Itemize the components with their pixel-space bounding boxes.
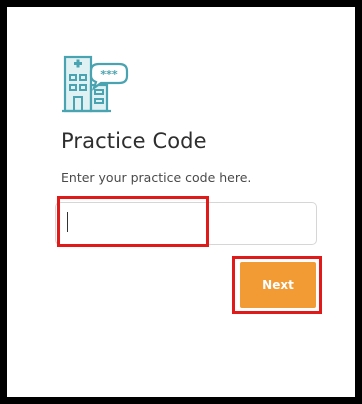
hospital-chat-logo: *** <box>62 55 129 113</box>
hospital-building-icon: *** <box>61 51 129 113</box>
practice-code-input[interactable] <box>55 202 317 245</box>
next-button[interactable]: Next <box>240 262 316 308</box>
practice-code-instructions: Enter your practice code here. <box>61 170 252 185</box>
page-title: Practice Code <box>61 129 207 153</box>
text-caret <box>67 212 68 232</box>
svg-text:***: *** <box>100 68 118 81</box>
